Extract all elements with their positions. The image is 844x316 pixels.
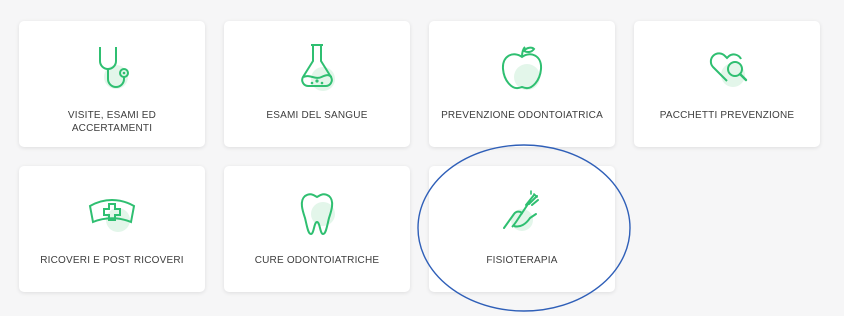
card-visite-esami[interactable]: VISITE, ESAMI ED ACCERTAMENTI [19,21,205,147]
heart-magnifier-icon [697,39,757,99]
card-label: PACCHETTI PREVENZIONE [659,110,795,121]
card-cure-odontoiatriche[interactable]: CURE ODONTOIATRICHE [224,166,410,292]
card-ricoveri[interactable]: RICOVERI E POST RICOVERI [19,166,205,292]
stethoscope-icon [82,39,142,99]
card-label: RICOVERI E POST RICOVERI [40,255,184,266]
card-label: CURE ODONTOIATRICHE [254,255,380,266]
nurse-cap-icon [82,184,142,244]
services-grid: VISITE, ESAMI ED ACCERTAMENTI ESAMI DEL … [0,0,844,316]
card-label: VISITE, ESAMI ED ACCERTAMENTI [67,110,157,134]
apple-icon [492,39,552,99]
card-label: PREVENZIONE ODONTOIATRICA [441,110,603,121]
card-pacchetti-prevenzione[interactable]: PACCHETTI PREVENZIONE [634,21,820,147]
card-esami-sangue[interactable]: ESAMI DEL SANGUE [224,21,410,147]
card-fisioterapia[interactable]: FISIOTERAPIA [429,166,615,292]
hand-physio-icon [492,184,552,244]
tooth-icon [287,184,347,244]
card-label: FISIOTERAPIA [486,255,558,266]
card-label: ESAMI DEL SANGUE [266,110,368,121]
lab-flask-icon [287,39,347,99]
card-prevenzione-odontoiatrica[interactable]: PREVENZIONE ODONTOIATRICA [429,21,615,147]
